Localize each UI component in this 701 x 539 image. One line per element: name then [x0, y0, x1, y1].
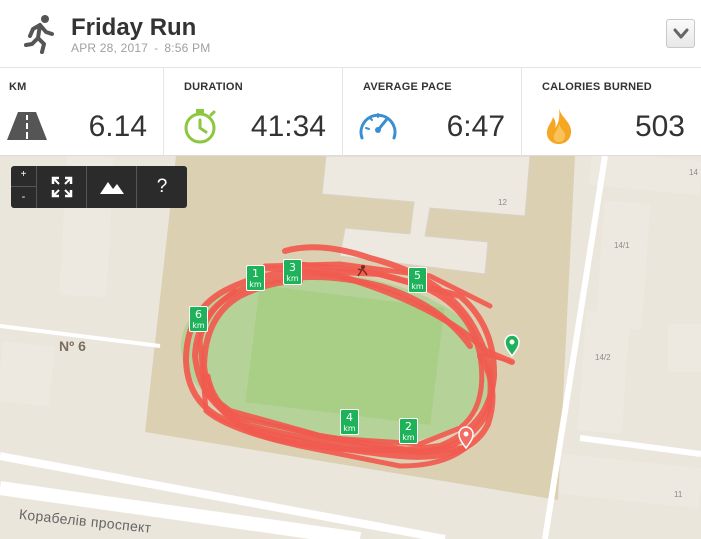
km-marker-number: 6 [195, 308, 202, 321]
options-dropdown-button[interactable] [666, 19, 695, 48]
building-14-1 [595, 200, 651, 330]
stat-label: AVERAGE PACE [363, 81, 452, 93]
stat-duration: DURATION 41:34 [164, 68, 343, 156]
expand-icon [51, 176, 72, 198]
building-right-edge [668, 324, 701, 372]
stats-bar: KM 6.14 DURATION 41:34 AVERAGE PACE 6:47… [0, 68, 701, 156]
building-label-14: 14 [689, 168, 698, 177]
building-label-12: 12 [498, 198, 507, 207]
km-marker-1[interactable]: 1 km [246, 265, 265, 291]
km-marker-5[interactable]: 5 km [408, 267, 427, 293]
chevron-down-icon [673, 28, 689, 39]
activity-date: APR 28, 2017 [71, 41, 149, 55]
activity-datetime: APR 28, 2017-8:56 PM [71, 41, 210, 55]
activity-header: Friday Run APR 28, 2017-8:56 PM [0, 0, 701, 68]
runner-icon [24, 15, 54, 54]
speedometer-icon [359, 113, 397, 140]
km-marker-6[interactable]: 6 km [189, 306, 208, 332]
km-marker-unit: km [249, 280, 262, 289]
zoom-in-button[interactable]: + [11, 166, 37, 187]
terrain-button[interactable] [87, 166, 137, 208]
flame-icon [546, 108, 572, 144]
building-label-14-2: 14/2 [595, 353, 611, 362]
activity-title: Friday Run [71, 14, 197, 41]
km-marker-unit: km [192, 321, 205, 330]
stat-value: 503 [634, 110, 685, 143]
km-marker-number: 1 [252, 267, 259, 280]
fullscreen-button[interactable] [37, 166, 87, 208]
km-marker-unit: km [286, 274, 299, 283]
map-toolbar: + - ? [11, 166, 187, 208]
km-marker-unit: km [402, 433, 415, 442]
map-canvas[interactable] [0, 156, 701, 539]
stat-label: CALORIES BURNED [542, 81, 652, 93]
road-icon [7, 112, 47, 140]
activity-time: 8:56 PM [164, 41, 211, 55]
stat-label: DURATION [184, 81, 243, 93]
date-separator: - [154, 41, 159, 55]
building-label-no6: Nº 6 [59, 338, 86, 354]
stat-value: 41:34 [250, 110, 326, 143]
km-marker-number: 2 [405, 420, 412, 433]
mountain-icon [99, 182, 124, 194]
km-marker-number: 4 [346, 411, 353, 424]
km-marker-unit: km [343, 424, 356, 433]
km-marker-number: 5 [414, 269, 421, 282]
km-marker-2[interactable]: 2 km [399, 418, 418, 444]
help-button[interactable]: ? [137, 166, 187, 208]
building-14-2 [577, 310, 631, 434]
building-label-14-1: 14/1 [614, 241, 630, 250]
km-marker-3[interactable]: 3 km [283, 259, 302, 285]
building-left-bottom [0, 341, 55, 407]
stat-pace: AVERAGE PACE 6:47 [343, 68, 522, 156]
km-marker-number: 3 [289, 261, 296, 274]
route-map[interactable]: 12 14 14/1 14/2 11 Nº 6 Корабелів проспе… [0, 156, 701, 539]
stat-value: 6:47 [446, 110, 505, 143]
stopwatch-icon [184, 109, 216, 144]
building-label-11: 11 [674, 490, 683, 499]
zoom-out-button[interactable]: - [11, 187, 37, 208]
stat-label: KM [9, 81, 27, 93]
km-marker-unit: km [411, 282, 424, 291]
stat-distance: KM 6.14 [0, 68, 164, 156]
stat-value: 6.14 [88, 110, 147, 143]
km-marker-4[interactable]: 4 km [340, 409, 359, 435]
stat-calories: CALORIES BURNED 503 [522, 68, 701, 156]
